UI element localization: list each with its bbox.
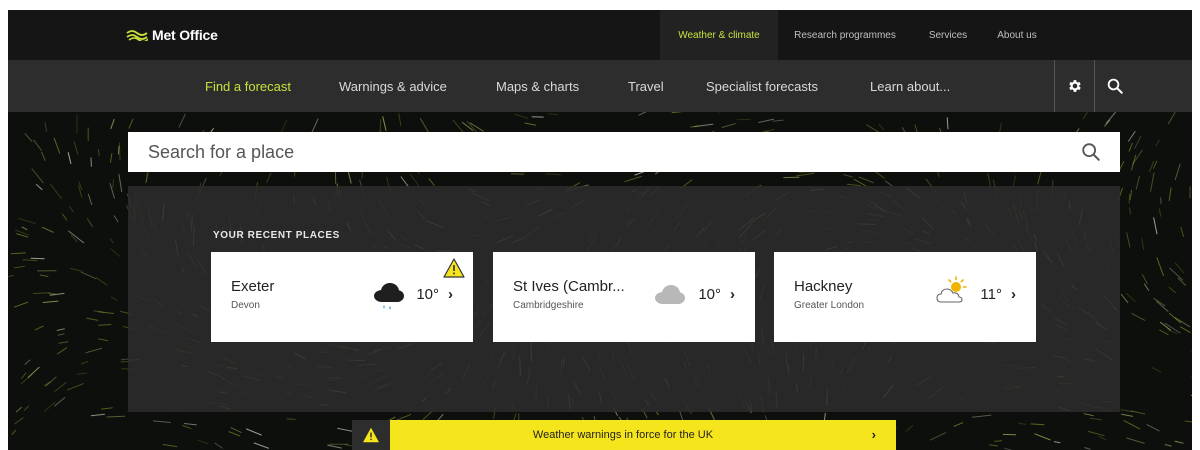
warning-triangle-icon [363, 427, 379, 443]
recent-place-card[interactable]: St Ives (Cambr... Cambridgeshire 10° › [493, 252, 755, 342]
nav-maps-charts[interactable]: Maps & charts [496, 60, 579, 112]
met-office-page: Met Office Weather & climate Research pr… [8, 10, 1192, 450]
met-office-logo[interactable]: Met Office [126, 25, 218, 45]
logo-waves-icon [126, 30, 148, 41]
recent-places-heading: YOUR RECENT PLACES [213, 230, 340, 241]
top-nav-weather-climate[interactable]: Weather & climate [660, 10, 778, 60]
top-nav-research-programmes[interactable]: Research programmes [780, 10, 910, 60]
top-bar: Met Office Weather & climate Research pr… [8, 10, 1192, 60]
nav-learn-about[interactable]: Learn about... [870, 60, 950, 112]
place-temperature: 10° [698, 286, 721, 303]
hero-section: YOUR RECENT PLACES Exeter Devon [8, 112, 1192, 450]
recent-place-card[interactable]: Hackney Greater London 11° › [774, 252, 1036, 342]
place-name: Hackney [794, 278, 853, 295]
gear-icon [1068, 80, 1081, 92]
nav-travel[interactable]: Travel [628, 60, 664, 112]
place-name: Exeter [231, 278, 275, 295]
search-input[interactable] [128, 133, 1048, 171]
place-temperature: 11° [980, 286, 1002, 303]
place-region: Cambridgeshire [513, 300, 584, 311]
heavy-rain-cloud-icon [374, 283, 404, 310]
nav-specialist-forecasts[interactable]: Specialist forecasts [706, 60, 818, 112]
search-icon [1082, 143, 1100, 161]
settings-button[interactable] [1055, 60, 1094, 112]
weather-warnings-banner[interactable]: Weather warnings in force for the UK › [352, 420, 896, 450]
place-region: Greater London [794, 300, 865, 311]
warning-triangle-icon [443, 258, 465, 278]
nav-find-a-forecast[interactable]: Find a forecast [205, 60, 291, 112]
place-name: St Ives (Cambr... [513, 278, 625, 295]
chevron-right-icon: › [1011, 286, 1016, 303]
top-nav-about-us[interactable]: About us [986, 10, 1048, 60]
brand-name: Met Office [152, 27, 218, 43]
warning-icon-box [352, 420, 390, 450]
main-nav: Find a forecast Warnings & advice Maps &… [8, 60, 1192, 112]
place-region: Devon [231, 300, 260, 311]
place-temperature: 10° [416, 286, 439, 303]
warning-banner-text: Weather warnings in force for the UK [532, 429, 714, 441]
recent-place-card[interactable]: Exeter Devon 10° › [211, 252, 473, 342]
chevron-right-icon: › [448, 286, 453, 303]
chevron-right-icon: › [871, 427, 876, 442]
search-submit-button[interactable] [1080, 141, 1102, 163]
cloud-icon [655, 285, 685, 304]
place-search-box [128, 132, 1120, 172]
search-icon [1107, 78, 1123, 94]
nav-warnings-advice[interactable]: Warnings & advice [339, 60, 447, 112]
top-nav-services[interactable]: Services [918, 10, 978, 60]
recent-places-panel: YOUR RECENT PLACES Exeter Devon 10° › St… [128, 186, 1120, 412]
header-search-button[interactable] [1095, 60, 1134, 112]
sun-behind-cloud-icon [936, 276, 967, 303]
chevron-right-icon: › [730, 286, 735, 303]
